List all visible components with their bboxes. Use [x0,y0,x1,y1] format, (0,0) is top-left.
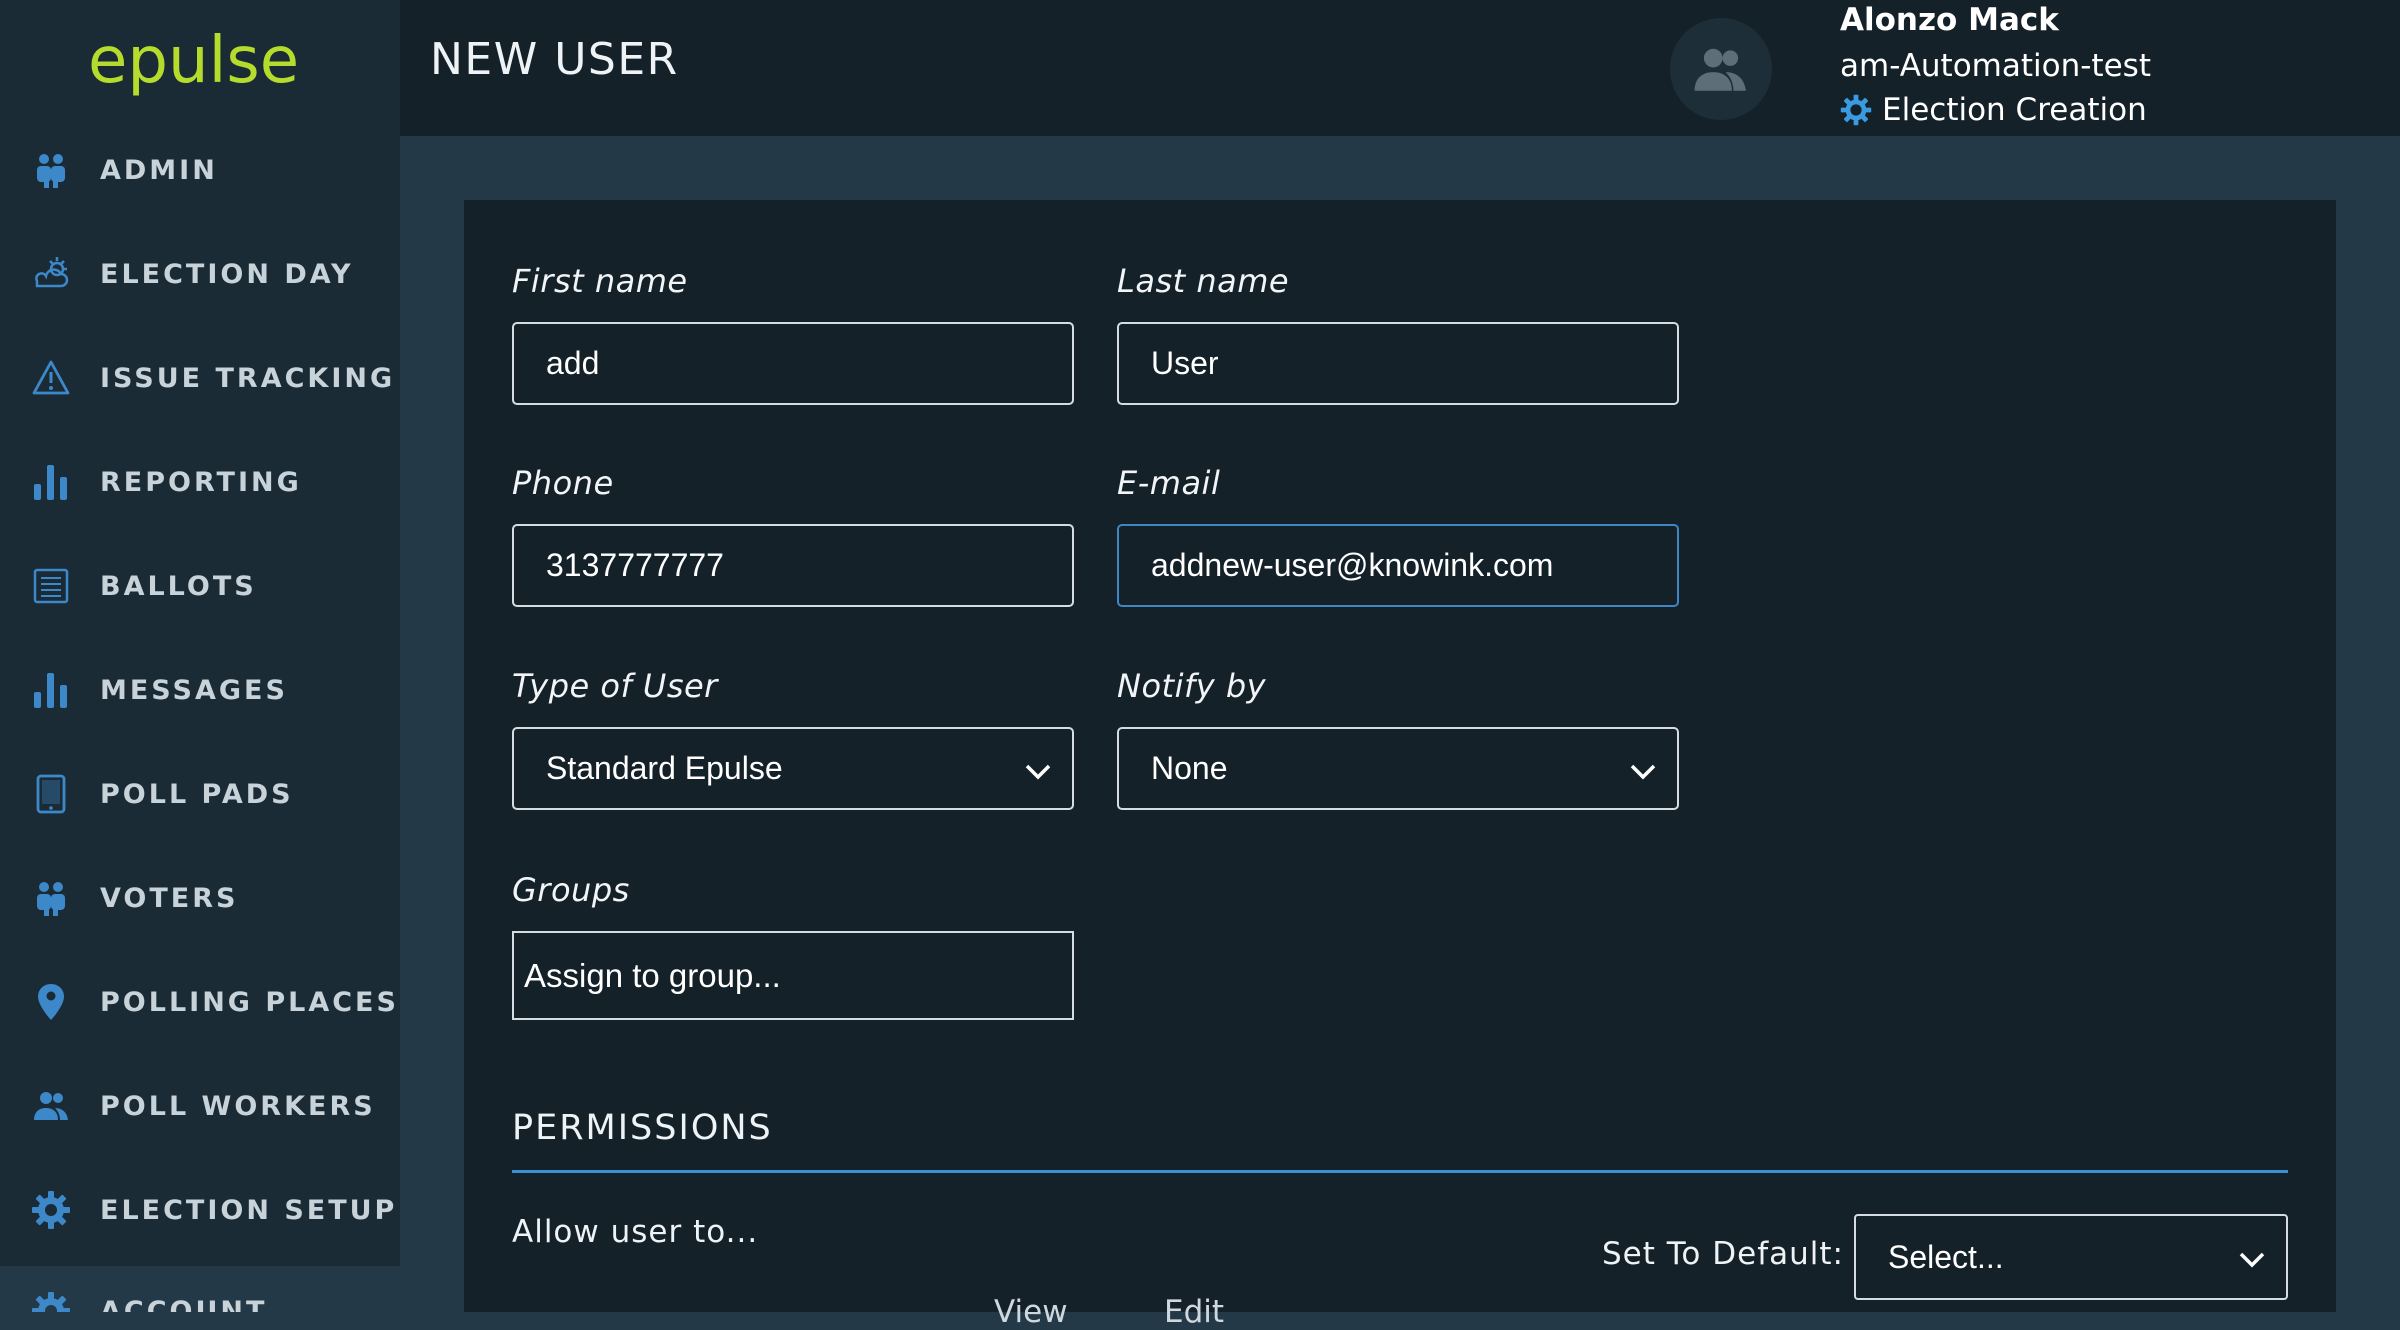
sidebar-item-label: POLL PADS [100,778,294,810]
sidebar-item-reporting[interactable]: REPORTING [0,430,400,534]
first-name-value: add [546,345,600,381]
sidebar-item-polling-places[interactable]: POLLING PLACES [0,950,400,1054]
first-name-label: First name [512,262,688,300]
avatar[interactable] [1670,18,1772,120]
groups-placeholder: Assign to group... [524,956,781,994]
permissions-heading: PERMISSIONS [512,1108,773,1148]
sidebar-item-label: ACCOUNT [100,1296,268,1312]
page-title: NEW USER [430,34,679,85]
chevron-down-icon [1630,764,1656,780]
column-edit: Edit [1164,1294,1225,1330]
sidebar-item-election-setup[interactable]: ELECTION SETUP [0,1158,400,1262]
tablet-icon [30,773,72,815]
sidebar-item-label: VOTERS [100,882,239,914]
users-icon [30,877,72,919]
sidebar-item-account[interactable]: ACCOUNT [0,1266,400,1312]
cloud-sun-icon [30,253,72,295]
svg-text:epulse: epulse [88,24,299,98]
user-type-label: Type of User [512,667,718,705]
allow-user-text: Allow user to... [512,1214,759,1250]
bar-chart-icon [30,669,72,711]
phone-field[interactable]: 3137777777 [512,524,1074,607]
email-value: addnew-user@knowink.com [1151,547,1554,583]
notify-by-value: None [1151,750,1228,786]
top-header: NEW USER Alonzo Mack am-Automation-test … [400,0,2400,136]
sidebar-item-messages[interactable]: MESSAGES [0,638,400,742]
first-name-field[interactable]: add [512,322,1074,405]
notify-by-select[interactable]: None [1117,727,1679,810]
email-label: E-mail [1117,464,1221,502]
column-view: View [994,1294,1068,1330]
sidebar-item-label: MESSAGES [100,674,288,706]
sidebar-item-label: ADMIN [100,154,218,186]
user-name: Alonzo Mack [1840,2,2059,38]
set-default-select[interactable]: Select... [1854,1214,2288,1300]
sidebar-item-label: ISSUE TRACKING [100,362,396,394]
last-name-value: User [1151,345,1219,381]
user-role-label: Election Creation [1882,92,2147,128]
sidebar-item-label: POLL WORKERS [100,1090,376,1122]
epulse-logo[interactable]: epulse [84,18,314,108]
email-field[interactable]: addnew-user@knowink.com [1117,524,1679,607]
last-name-label: Last name [1117,262,1290,300]
phone-label: Phone [512,464,614,502]
new-user-form: First name add Last name User Phone 3137… [464,200,2336,1330]
sidebar-item-voters[interactable]: VOTERS [0,846,400,950]
sidebar-item-label: ELECTION SETUP [100,1194,398,1226]
chevron-down-icon [1025,764,1051,780]
groups-label: Groups [512,871,630,909]
user-type-value: Standard Epulse [546,750,783,786]
people-icon [1694,48,1746,91]
user-role-link[interactable]: Election Creation [1840,92,2147,128]
sidebar-item-ballots[interactable]: BALLOTS [0,534,400,638]
permissions-divider [512,1170,2288,1173]
last-name-field[interactable]: User [1117,322,1679,405]
sidebar-item-poll-pads[interactable]: POLL PADS [0,742,400,846]
warning-icon [30,357,72,399]
sidebar-item-admin[interactable]: ADMIN [0,118,400,222]
sidebar-item-issue-tracking[interactable]: ISSUE TRACKING [0,326,400,430]
gear-icon [30,1189,72,1231]
gear-icon [1840,94,1872,126]
users-icon [30,149,72,191]
sidebar-item-election-day[interactable]: ELECTION DAY [0,222,400,326]
set-default-value: Select... [1888,1238,2004,1275]
gear-icon [30,1290,72,1312]
sidebar-item-label: REPORTING [100,466,302,498]
sidebar-item-label: POLLING PLACES [100,986,399,1018]
sidebar-item-label: BALLOTS [100,570,257,602]
map-pin-icon [30,981,72,1023]
sidebar-item-label: ELECTION DAY [100,258,354,290]
sidebar-item-poll-workers[interactable]: POLL WORKERS [0,1054,400,1158]
notify-by-label: Notify by [1117,667,1267,705]
bar-chart-icon [30,461,72,503]
people-icon [30,1085,72,1127]
ballot-icon [30,565,72,607]
sidebar: epulse ADMIN ELECTION DAY ISSUE TRACKING… [0,0,400,1312]
set-default-label: Set To Default: [1602,1236,1844,1272]
chevron-down-icon [2239,1252,2265,1268]
phone-value: 3137777777 [546,547,724,583]
user-organization: am-Automation-test [1840,48,2151,84]
user-type-select[interactable]: Standard Epulse [512,727,1074,810]
groups-input[interactable]: Assign to group... [512,931,1074,1020]
